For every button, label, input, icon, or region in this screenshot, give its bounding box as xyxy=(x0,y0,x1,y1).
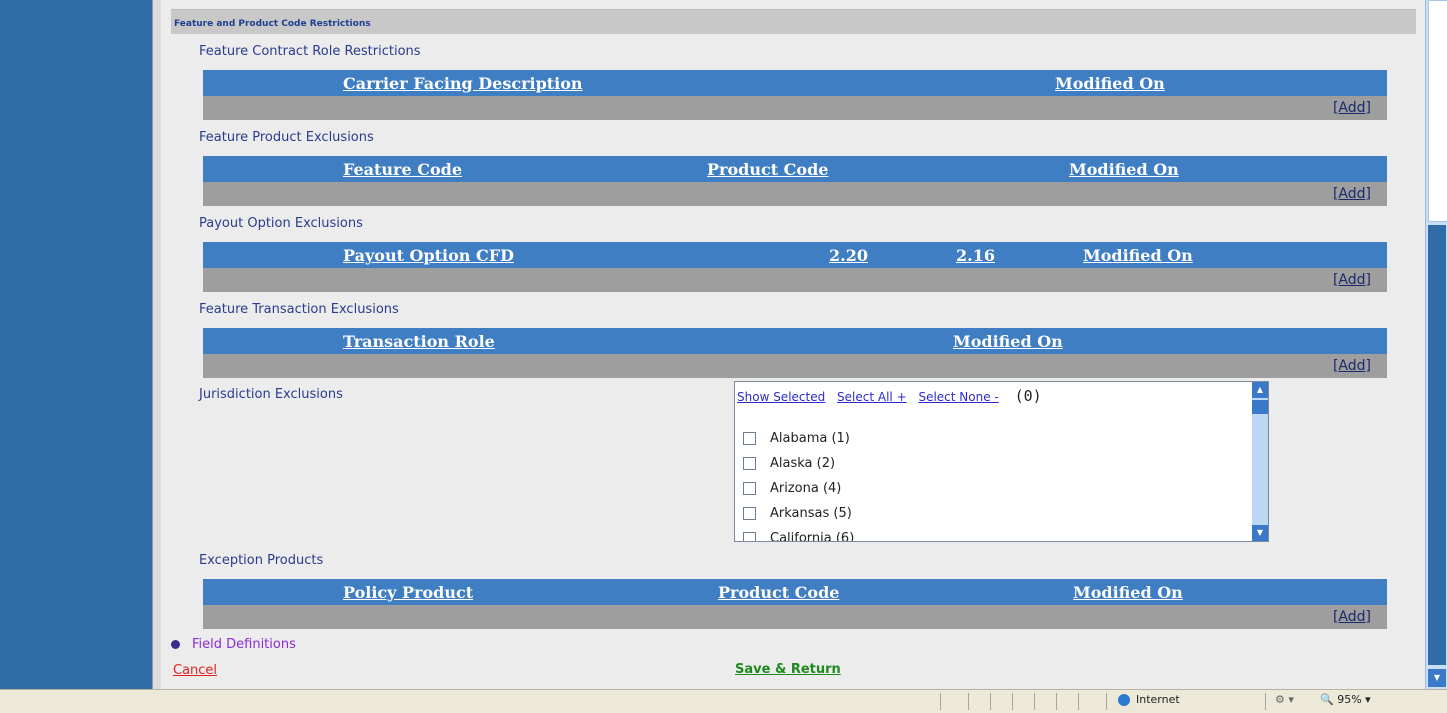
list-controls: Show Selected Select All + Select None -… xyxy=(737,387,1042,405)
checkbox[interactable] xyxy=(743,457,756,470)
globe-icon xyxy=(1118,694,1130,706)
column-header-2-20[interactable]: 2.20 xyxy=(829,246,868,265)
statusbar-separator xyxy=(968,693,969,710)
grid-body: [Add] xyxy=(203,354,1387,378)
scroll-down-icon[interactable]: ▼ xyxy=(1428,669,1446,687)
jurisdiction-list[interactable]: Show Selected Select All + Select None -… xyxy=(734,381,1269,542)
transaction-exclusions-label: Feature Transaction Exclusions xyxy=(199,302,399,317)
item-label: California (6) xyxy=(770,531,855,542)
grid-header: Feature Code Product Code Modified On xyxy=(203,156,1387,182)
item-label: Alaska (2) xyxy=(770,456,836,471)
grid-body: [Add] xyxy=(203,605,1387,629)
transaction-exclusions-grid: Transaction Role Modified On [Add] xyxy=(203,328,1387,378)
jurisdiction-exclusions-label: Jurisdiction Exclusions xyxy=(199,387,343,402)
field-definitions-label[interactable]: Field Definitions xyxy=(192,637,296,652)
payout-exclusions-grid: Payout Option CFD 2.20 2.16 Modified On … xyxy=(203,242,1387,292)
section-header-title: Feature and Product Code Restrictions xyxy=(174,19,371,29)
grid-header: Carrier Facing Description Modified On xyxy=(203,70,1387,96)
scrollbar-track-lower[interactable] xyxy=(1428,225,1446,665)
grid-body: [Add] xyxy=(203,268,1387,292)
contract-role-label: Feature Contract Role Restrictions xyxy=(199,44,421,59)
scrollbar-track-upper[interactable] xyxy=(1428,0,1447,222)
add-link[interactable]: [Add] xyxy=(1333,100,1371,116)
list-item[interactable]: Alabama (1) xyxy=(743,431,850,451)
column-header-feature-code[interactable]: Feature Code xyxy=(343,160,462,179)
checkbox[interactable] xyxy=(743,507,756,520)
column-header-modified-on[interactable]: Modified On xyxy=(953,332,1063,351)
column-header-2-16[interactable]: 2.16 xyxy=(956,246,995,265)
field-definitions[interactable]: Field Definitions xyxy=(171,637,296,652)
add-link[interactable]: [Add] xyxy=(1333,358,1371,374)
product-exclusions-label: Feature Product Exclusions xyxy=(199,130,374,145)
scroll-thumb[interactable] xyxy=(1252,400,1268,414)
column-header-modified-on[interactable]: Modified On xyxy=(1073,583,1183,602)
add-link[interactable]: [Add] xyxy=(1333,186,1371,202)
column-header-modified-on[interactable]: Modified On xyxy=(1055,74,1165,93)
grid-header: Payout Option CFD 2.20 2.16 Modified On xyxy=(203,242,1387,268)
item-label: Arizona (4) xyxy=(770,481,842,496)
statusbar-separator xyxy=(1056,693,1057,710)
scroll-up-icon[interactable]: ▲ xyxy=(1252,382,1268,398)
checkbox[interactable] xyxy=(743,532,756,541)
statusbar-separator xyxy=(1106,693,1107,710)
bullet-icon xyxy=(171,640,180,649)
product-exclusions-grid: Feature Code Product Code Modified On [A… xyxy=(203,156,1387,206)
cancel-link[interactable]: Cancel xyxy=(173,663,217,678)
chevron-down-icon[interactable]: ▾ xyxy=(1362,693,1371,706)
security-zone: Internet xyxy=(1118,693,1180,706)
payout-exclusions-label: Payout Option Exclusions xyxy=(199,216,363,231)
statusbar-separator xyxy=(1034,693,1035,710)
zoom-icon: 🔍 xyxy=(1320,693,1338,706)
item-label: Arkansas (5) xyxy=(770,506,852,521)
column-header-product-code[interactable]: Product Code xyxy=(718,583,839,602)
checkbox[interactable] xyxy=(743,482,756,495)
list-item[interactable]: California (6) xyxy=(743,531,855,542)
add-link[interactable]: [Add] xyxy=(1333,609,1371,625)
list-item[interactable]: Arizona (4) xyxy=(743,481,841,501)
left-frame-border xyxy=(152,0,161,689)
statusbar-separator xyxy=(1012,693,1013,710)
section-header: Feature and Product Code Restrictions xyxy=(171,9,1416,34)
grid-header: Policy Product Product Code Modified On xyxy=(203,579,1387,605)
zoom-value[interactable]: 95% xyxy=(1337,693,1361,706)
zoom-level[interactable]: 🔍 95% ▾ xyxy=(1320,693,1371,706)
column-header-modified-on[interactable]: Modified On xyxy=(1069,160,1179,179)
grid-body: [Add] xyxy=(203,182,1387,206)
statusbar-separator xyxy=(990,693,991,710)
protected-mode-icon[interactable]: ⚙ ▾ xyxy=(1275,693,1294,706)
left-navigation-bar xyxy=(0,0,152,689)
save-return-link[interactable]: Save & Return xyxy=(735,662,841,677)
select-all-link[interactable]: Select All + xyxy=(837,390,907,404)
grid-body: [Add] xyxy=(203,96,1387,120)
column-header-product-code[interactable]: Product Code xyxy=(707,160,828,179)
scroll-down-icon[interactable]: ▼ xyxy=(1252,525,1268,541)
list-item[interactable]: Alaska (2) xyxy=(743,456,835,476)
statusbar-separator xyxy=(940,693,941,710)
window-scrollbar[interactable]: ▼ xyxy=(1425,0,1447,689)
item-label: Alabama (1) xyxy=(770,431,850,446)
exception-products-label: Exception Products xyxy=(199,553,324,568)
browser-statusbar: Internet ⚙ ▾ 🔍 95% ▾ xyxy=(0,689,1447,713)
statusbar-separator xyxy=(1078,693,1079,710)
show-selected-link[interactable]: Show Selected xyxy=(737,390,825,404)
list-item[interactable]: Arkansas (5) xyxy=(743,506,852,526)
grid-header: Transaction Role Modified On xyxy=(203,328,1387,354)
selected-count: (0) xyxy=(1014,387,1042,405)
column-header-carrier-facing-description[interactable]: Carrier Facing Description xyxy=(343,74,583,93)
checkbox[interactable] xyxy=(743,432,756,445)
list-scrollbar[interactable]: ▲ ▼ xyxy=(1252,382,1268,541)
exception-products-grid: Policy Product Product Code Modified On … xyxy=(203,579,1387,629)
column-header-modified-on[interactable]: Modified On xyxy=(1083,246,1193,265)
column-header-policy-product[interactable]: Policy Product xyxy=(343,583,473,602)
column-header-payout-option-cfd[interactable]: Payout Option CFD xyxy=(343,246,514,265)
add-link[interactable]: [Add] xyxy=(1333,272,1371,288)
select-none-link[interactable]: Select None - xyxy=(918,390,998,404)
statusbar-separator xyxy=(1265,693,1266,710)
column-header-transaction-role[interactable]: Transaction Role xyxy=(343,332,495,351)
security-zone-label: Internet xyxy=(1136,693,1180,706)
contract-role-grid: Carrier Facing Description Modified On [… xyxy=(203,70,1387,120)
main-content: Feature and Product Code Restrictions Fe… xyxy=(161,0,1425,689)
